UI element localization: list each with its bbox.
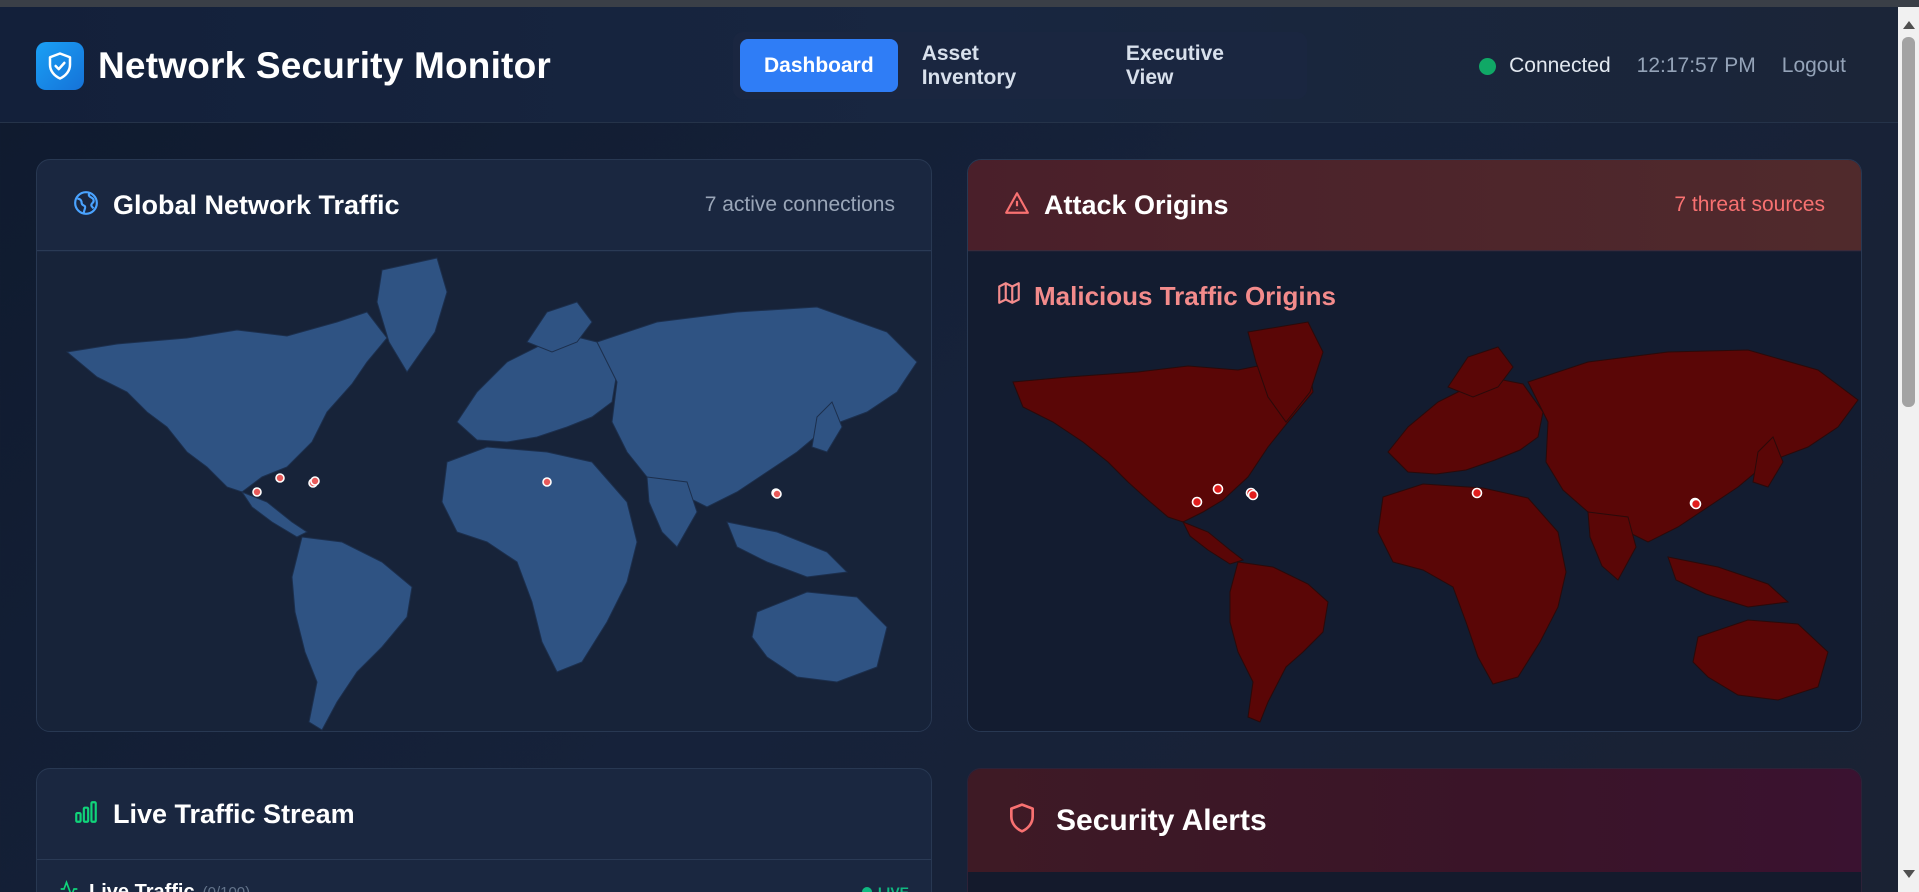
scroll-up-arrow-icon[interactable]: [1903, 21, 1915, 29]
live-badge: LIVE: [861, 884, 909, 892]
scroll-down-arrow-icon[interactable]: [1903, 870, 1915, 878]
live-dot: [861, 887, 872, 892]
scroll-thumb[interactable]: [1902, 37, 1915, 407]
threat-marker: [1191, 496, 1203, 508]
app-title: Network Security Monitor: [98, 45, 551, 86]
map-subtitle-text: Malicious Traffic Origins: [1034, 281, 1336, 311]
panel-header: Security Alerts: [968, 769, 1861, 872]
connection-status: Connected: [1509, 54, 1611, 77]
live-traffic-label: Live Traffic: [89, 880, 195, 892]
tab-asset-inventory[interactable]: Asset Inventory: [898, 39, 1102, 92]
live-traffic-count: (0/100): [202, 883, 251, 892]
live-traffic-subheader: Live Traffic (0/100) LIVE: [59, 879, 909, 892]
live-badge-text: LIVE: [877, 884, 909, 892]
threat-map-container: Malicious Traffic Origins: [968, 252, 1861, 731]
threat-marker: [1212, 483, 1224, 495]
attack-origins-panel: Attack Origins 7 threat sources Maliciou…: [967, 159, 1862, 732]
map-icon: [996, 280, 1022, 313]
app-header: Network Security Monitor Dashboard Asset…: [0, 7, 1898, 123]
se-asia-shape: [726, 521, 849, 578]
africa-shape: [1377, 483, 1567, 685]
central-america-shape: [240, 490, 308, 538]
activity-icon: [59, 879, 79, 892]
threat-sources-count: 7 threat sources: [1674, 193, 1825, 216]
active-connections-count: 7 active connections: [704, 193, 895, 216]
bar-chart-icon: [73, 799, 99, 830]
connection-status-dot: [1479, 57, 1497, 75]
panel-title: Security Alerts: [1056, 803, 1267, 837]
window-top-strip: [0, 0, 1919, 7]
global-traffic-panel: Global Network Traffic 7 active connecti…: [36, 159, 932, 732]
australia-shape: [751, 591, 888, 683]
logout-link[interactable]: Logout: [1782, 54, 1846, 78]
threat-marker: [1471, 487, 1483, 499]
brand: Network Security Monitor: [36, 42, 551, 90]
south-america-shape: [291, 536, 413, 731]
threat-marker: [1690, 498, 1702, 510]
tab-dashboard[interactable]: Dashboard: [740, 39, 898, 92]
connection-marker: [275, 473, 285, 483]
connection-marker: [772, 489, 782, 499]
map-subtitle: Malicious Traffic Origins: [996, 280, 1336, 313]
status-area: Connected 12:17:57 PM Logout: [1479, 54, 1846, 78]
security-alerts-panel: Security Alerts: [967, 768, 1862, 892]
se-asia-shape: [1667, 556, 1790, 608]
greenland-shape: [376, 257, 448, 373]
threat-world-map[interactable]: [968, 252, 1861, 731]
world-map[interactable]: [37, 252, 931, 731]
africa-shape: [441, 446, 638, 673]
south-america-shape: [1229, 561, 1329, 723]
asia-shape: [1527, 349, 1859, 543]
live-traffic-panel: Live Traffic Stream Live Traffic (0/100)…: [36, 768, 932, 892]
main-nav: Dashboard Asset Inventory Executive View: [733, 32, 1307, 99]
india-shape: [1587, 511, 1637, 581]
connection-marker: [542, 477, 552, 487]
connection-marker: [252, 487, 262, 497]
asia-shape: [596, 306, 918, 508]
warning-triangle-icon: [1004, 190, 1030, 221]
globe-icon: [73, 190, 99, 221]
connection-marker: [310, 476, 320, 486]
australia-shape: [1692, 619, 1829, 701]
panel-header: Live Traffic Stream: [37, 769, 931, 860]
north-america-shape: [65, 311, 388, 493]
panel-header: Global Network Traffic 7 active connecti…: [37, 160, 931, 251]
panel-header: Attack Origins 7 threat sources: [968, 160, 1861, 251]
central-america-shape: [1181, 521, 1245, 565]
panel-title: Live Traffic Stream: [113, 798, 355, 829]
tab-executive-view[interactable]: Executive View: [1102, 39, 1300, 92]
page-scrollbar[interactable]: [1898, 7, 1919, 892]
panel-title: Global Network Traffic: [113, 189, 400, 220]
clock: 12:17:57 PM: [1636, 54, 1756, 77]
europe-shape: [456, 331, 618, 443]
shield-check-icon: [36, 42, 84, 90]
panel-title: Attack Origins: [1044, 189, 1229, 220]
shield-icon: [1006, 802, 1038, 839]
threat-marker: [1247, 489, 1259, 501]
